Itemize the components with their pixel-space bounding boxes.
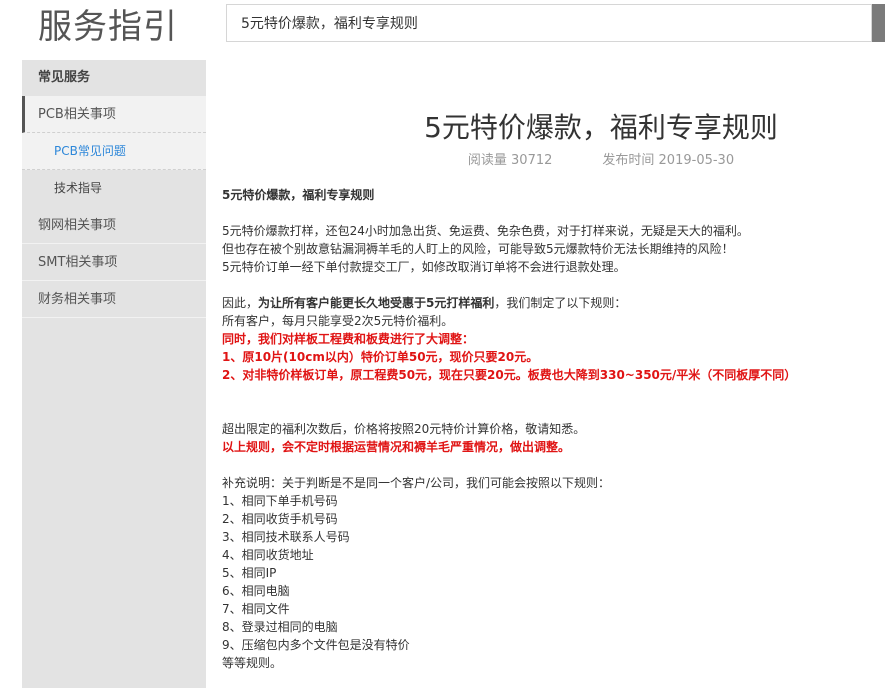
list-item: 3、相同技术联系人号码 bbox=[222, 530, 350, 544]
sidebar: 常见服务 PCB相关事项 PCB常见问题 技术指导 钢网相关事项 SMT相关事项… bbox=[22, 60, 206, 688]
sidebar-heading: 常见服务 bbox=[22, 60, 206, 96]
paragraph-line: 补充说明：关于判断是不是同一个客户/公司，我们可能会按照以下规则： bbox=[222, 476, 611, 490]
sidebar-item-smt[interactable]: SMT相关事项 bbox=[22, 244, 206, 281]
list-item: 6、相同电脑 bbox=[222, 584, 290, 598]
search-input[interactable] bbox=[226, 4, 872, 42]
article-title: 5元特价爆款，福利专享规则 bbox=[424, 111, 778, 144]
publish-date: 发布时间 2019-05-30 bbox=[602, 153, 735, 168]
highlight-line: 同时，我们对样板工程费和板费进行了大调整： bbox=[222, 332, 475, 346]
list-item: 1、相同下单手机号码 bbox=[222, 494, 338, 508]
article-body: 5元特价爆款，福利专享规则 5元特价爆款打样，还包24小时加急出货、免运费、免杂… bbox=[222, 186, 872, 672]
paragraph-line: 5元特价订单一经下单付款提交工厂，如修改取消订单将不会进行退款处理。 bbox=[222, 260, 626, 274]
article-meta: 阅读量 30712 发布时间 2019-05-30 bbox=[222, 150, 885, 172]
sidebar-subitem-tech-guide[interactable]: 技术指导 bbox=[22, 170, 206, 207]
paragraph-line: 超出限定的福利次数后，价格将按照20元特价计算价格，敬请知悉。 bbox=[222, 422, 586, 436]
paragraph-line: 所有客户，每月只能享受2次5元特价福利。 bbox=[222, 314, 454, 328]
article-heading: 5元特价爆款，福利专享规则 bbox=[222, 188, 375, 202]
sidebar-item-finance[interactable]: 财务相关事项 bbox=[22, 281, 206, 318]
search-button[interactable] bbox=[872, 4, 885, 42]
list-item: 9、压缩包内多个文件包是没有特价 bbox=[222, 638, 410, 652]
paragraph-line: 等等规则。 bbox=[222, 656, 283, 670]
sidebar-subitem-pcb-faq[interactable]: PCB常见问题 bbox=[22, 133, 206, 170]
list-item: 4、相同收货地址 bbox=[222, 548, 314, 562]
paragraph-line: 但也存在被个别故意钻漏洞褥羊毛的人盯上的风险，可能导致5元爆款特价无法长期维持的… bbox=[222, 242, 734, 256]
highlight-line: 2、对非特价样板订单，原工程费50元，现在只要20元。板费也大降到330~350… bbox=[222, 368, 797, 382]
list-item: 8、登录过相同的电脑 bbox=[222, 620, 338, 634]
highlight-line: 以上规则，会不定时根据运营情况和褥羊毛严重情况，做出调整。 bbox=[222, 440, 571, 454]
list-item: 5、相同IP bbox=[222, 566, 277, 580]
sidebar-item-pcb[interactable]: PCB相关事项 bbox=[22, 96, 206, 133]
list-item: 2、相同收货手机号码 bbox=[222, 512, 338, 526]
read-count: 阅读量 30712 bbox=[467, 153, 553, 168]
list-item: 7、相同文件 bbox=[222, 602, 290, 616]
paragraph-line: 5元特价爆款打样，还包24小时加急出货、免运费、免杂色费，对于打样来说，无疑是天… bbox=[222, 224, 749, 238]
brand-title: 服务指引 bbox=[38, 7, 178, 47]
highlight-line: 1、原10片(10cm以内）特价订单50元，现价只要20元。 bbox=[222, 350, 539, 364]
paragraph-line: 因此，为让所有客户能更长久地受惠于5元打样福利，我们制定了以下规则： bbox=[222, 296, 627, 310]
sidebar-item-stencil[interactable]: 钢网相关事项 bbox=[22, 207, 206, 244]
